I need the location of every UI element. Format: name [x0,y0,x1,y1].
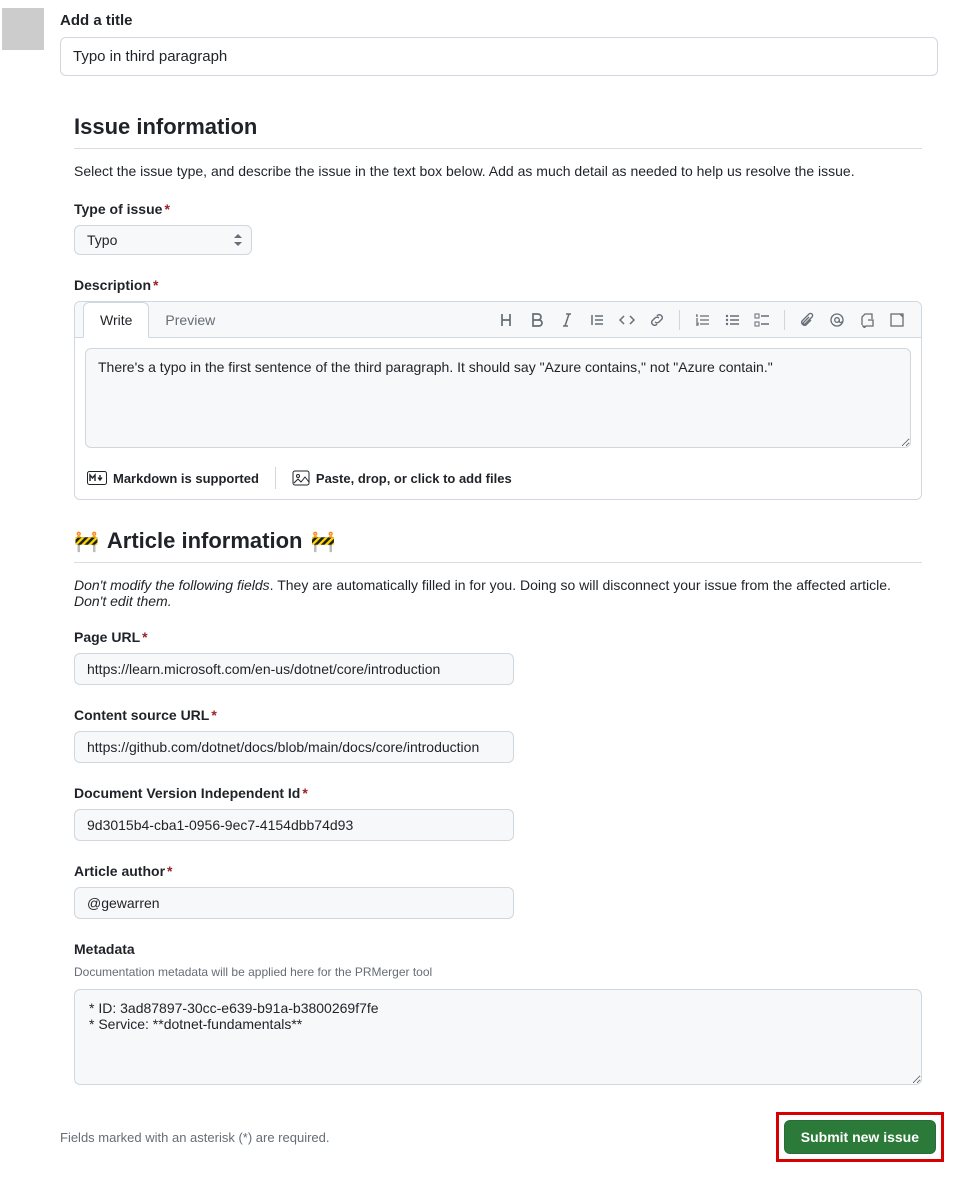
markdown-supported-link[interactable]: Markdown is supported [87,471,259,486]
quote-icon[interactable] [583,306,611,334]
attach-files-link[interactable]: Paste, drop, or click to add files [292,470,512,486]
metadata-textarea[interactable] [74,989,922,1085]
description-editor: Write Preview [74,301,922,500]
saved-reply-icon[interactable] [883,306,911,334]
type-of-issue-select[interactable]: Typo [74,225,252,255]
image-icon [292,470,310,486]
barrier-icon: 🚧 [74,529,99,554]
toolbar-separator [784,310,785,330]
bullet-list-icon[interactable] [718,306,746,334]
page-url-input[interactable] [74,653,514,685]
article-info-note: Don't modify the following fields. They … [74,577,922,609]
metadata-label: Metadata [74,941,922,957]
article-author-input[interactable] [74,887,514,919]
submit-new-issue-button[interactable]: Submit new issue [784,1120,936,1154]
toolbar-separator [679,310,680,330]
content-source-url-label: Content source URL* [74,707,922,723]
markdown-icon [87,471,107,485]
task-list-icon[interactable] [748,306,776,334]
required-fields-note: Fields marked with an asterisk (*) are r… [60,1130,330,1145]
mention-icon[interactable] [823,306,851,334]
barrier-icon: 🚧 [310,529,335,554]
page-url-label: Page URL* [74,629,922,645]
description-label: Description* [74,277,922,293]
article-author-label: Article author* [74,863,922,879]
metadata-description: Documentation metadata will be applied h… [74,965,922,979]
italic-icon[interactable] [553,306,581,334]
attach-icon[interactable] [793,306,821,334]
title-label: Add a title [60,12,938,29]
cross-reference-icon[interactable] [853,306,881,334]
type-of-issue-label: Type of issue* [74,201,922,217]
issue-info-heading: Issue information [74,114,922,149]
issue-info-description: Select the issue type, and describe the … [74,163,922,179]
tab-preview[interactable]: Preview [149,303,231,337]
doc-version-id-input[interactable] [74,809,514,841]
avatar [2,8,44,50]
content-source-url-input[interactable] [74,731,514,763]
code-icon[interactable] [613,306,641,334]
title-input[interactable] [60,37,938,76]
description-textarea[interactable] [85,348,911,448]
tab-write[interactable]: Write [83,302,149,338]
doc-version-id-label: Document Version Independent Id* [74,785,922,801]
link-icon[interactable] [643,306,671,334]
heading-icon[interactable] [493,306,521,334]
article-info-heading: 🚧 Article information 🚧 [74,528,922,563]
numbered-list-icon[interactable] [688,306,716,334]
bold-icon[interactable] [523,306,551,334]
